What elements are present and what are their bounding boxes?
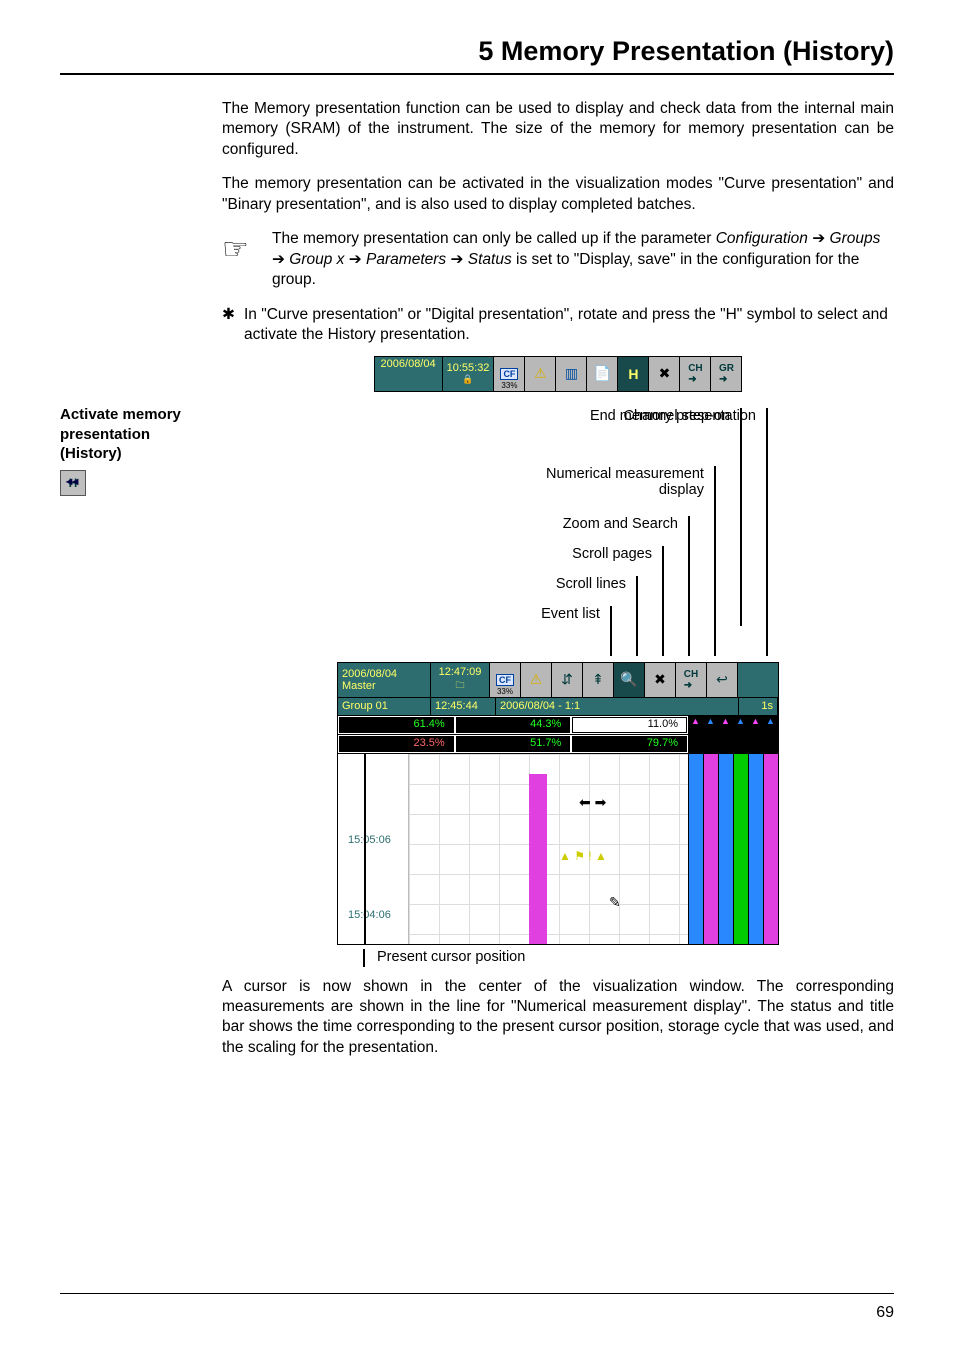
- page-icon[interactable]: 📄: [587, 357, 618, 391]
- ch-button[interactable]: CH➜: [676, 663, 707, 697]
- callout-zoom: Zoom and Search: [563, 516, 678, 532]
- bullet-star: ✱: [222, 305, 244, 325]
- callout-scroll-pages: Scroll pages: [572, 546, 652, 562]
- visualization-window: 2006/08/04 Master 12:47:09 🗀 CF33% ⚠ ⇵ ⇞…: [337, 662, 779, 945]
- hand-icon: ☞: [222, 229, 272, 265]
- toolbar-top: 2006/08/04 10:55:32 🔒 CF33% ⚠ ▥ 📄 H ✖ CH…: [374, 356, 743, 392]
- history-icon: H◀◀: [60, 470, 86, 496]
- cursor-caption: Present cursor position: [377, 949, 525, 965]
- tools-icon[interactable]: ✖: [649, 357, 680, 391]
- alarm-markers: ▲ ⚑ ! ▲: [559, 849, 607, 863]
- callout-event-list: Event list: [541, 606, 600, 622]
- page-number: 69: [876, 1304, 894, 1322]
- group-time: 12:45:44: [431, 698, 496, 716]
- intro-para-2: The memory presentation can be activated…: [222, 174, 894, 215]
- side-label: Activate memory presentation (History): [60, 405, 210, 464]
- ch-button[interactable]: CH➜: [680, 357, 711, 391]
- caption-leader: [363, 949, 365, 967]
- values-row-2: 23.5% 51.7% 79.7%: [338, 735, 778, 754]
- tools-icon[interactable]: ✖: [645, 663, 676, 697]
- footer-rule: [60, 1293, 894, 1294]
- bullet-text: In "Curve presentation" or "Digital pres…: [244, 305, 894, 346]
- binary-strip: [688, 754, 778, 944]
- h-button[interactable]: H: [618, 357, 649, 391]
- pan-arrows-icon[interactable]: ⬅ ➡: [579, 794, 606, 811]
- callout-area: End memory presentation Channel step-on …: [308, 408, 808, 656]
- callout-scroll-lines: Scroll lines: [556, 576, 626, 592]
- scroll-lines-button[interactable]: ⇵: [552, 663, 583, 697]
- viz-master: Master: [342, 680, 426, 692]
- pencil-icon: ✎: [609, 894, 621, 911]
- intro-para-1: The Memory presentation function can be …: [222, 99, 894, 160]
- values-row-1: 61.4% 44.3% 11.0% ▲ ▲ ▲ ▲ ▲ ▲: [338, 716, 778, 735]
- explain-para: A cursor is now shown in the center of t…: [222, 977, 894, 1059]
- title-rule: [60, 73, 894, 75]
- viz-time: 12:47:09: [439, 666, 482, 678]
- scroll-pages-button[interactable]: ⇞: [583, 663, 614, 697]
- chart-area: 15:05:06 15:04:06 ⬅ ➡ ▲ ⚑ ! ▲ ✎: [338, 754, 778, 944]
- gr-button[interactable]: GR➜: [711, 357, 741, 391]
- cf-icon[interactable]: CF33%: [490, 663, 521, 697]
- group-interval: 1s: [739, 698, 778, 716]
- callout-numerical: Numerical measurementdisplay: [546, 466, 704, 498]
- toolbar-date: 2006/08/04: [375, 357, 443, 391]
- data-bar: [529, 774, 547, 944]
- time-tick-1: 15:05:06: [348, 834, 391, 846]
- end-button[interactable]: ↩: [707, 663, 738, 697]
- chart-icon[interactable]: ▥: [556, 357, 587, 391]
- toolbar-time: 10:55:32 🔒: [443, 357, 495, 391]
- zoom-search-button[interactable]: 🔍: [614, 663, 645, 697]
- viz-date: 2006/08/04: [342, 668, 426, 680]
- group-label: Group 01: [338, 698, 431, 716]
- chapter-title: 5 Memory Presentation (History): [60, 36, 894, 67]
- callout-channel-step: Channel step-on: [624, 408, 730, 424]
- alarm-icon[interactable]: ⚠: [521, 663, 552, 697]
- note-text: The memory presentation can only be call…: [272, 229, 894, 290]
- cf-icon[interactable]: CF33%: [494, 357, 525, 391]
- group-date: 2006/08/04 - 1:1: [496, 698, 739, 716]
- alarm-icon[interactable]: ⚠: [525, 357, 556, 391]
- time-tick-2: 15:04:06: [348, 909, 391, 921]
- cursor-line-axis: [364, 754, 366, 944]
